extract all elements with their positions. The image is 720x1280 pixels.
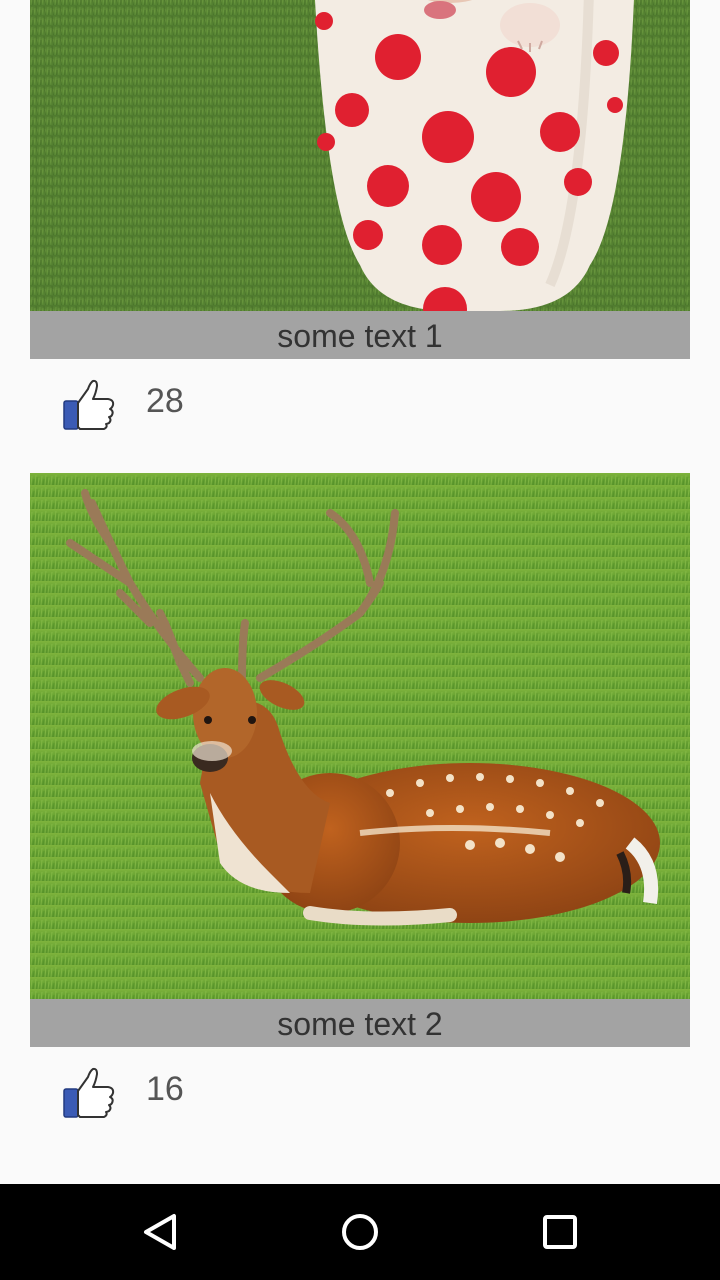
image-feed[interactable]: some text 1 28 some text 2 16: [0, 0, 720, 1184]
feed-card: some text 1 28: [30, 0, 690, 449]
like-count: 16: [146, 1070, 184, 1108]
system-navigation-bar: [0, 1184, 720, 1280]
feed-card: some text 2 16: [30, 473, 690, 1137]
app-screen: some text 1 28 some text 2 16: [0, 0, 720, 1280]
post-image[interactable]: [30, 473, 690, 999]
like-count: 28: [146, 382, 184, 420]
image-caption: some text 2: [30, 999, 690, 1047]
home-circle-icon[interactable]: [336, 1208, 384, 1256]
thumbs-up-icon[interactable]: [62, 379, 116, 431]
like-row: 16: [30, 1047, 690, 1137]
deer-photo: [30, 473, 690, 999]
image-caption: some text 1: [30, 311, 690, 359]
puppy-mug-photo: [30, 0, 690, 311]
back-triangle-icon[interactable]: [136, 1208, 184, 1256]
post-image[interactable]: [30, 0, 690, 311]
recents-square-icon[interactable]: [536, 1208, 584, 1256]
like-row: 28: [30, 359, 690, 449]
thumbs-up-icon[interactable]: [62, 1067, 116, 1119]
